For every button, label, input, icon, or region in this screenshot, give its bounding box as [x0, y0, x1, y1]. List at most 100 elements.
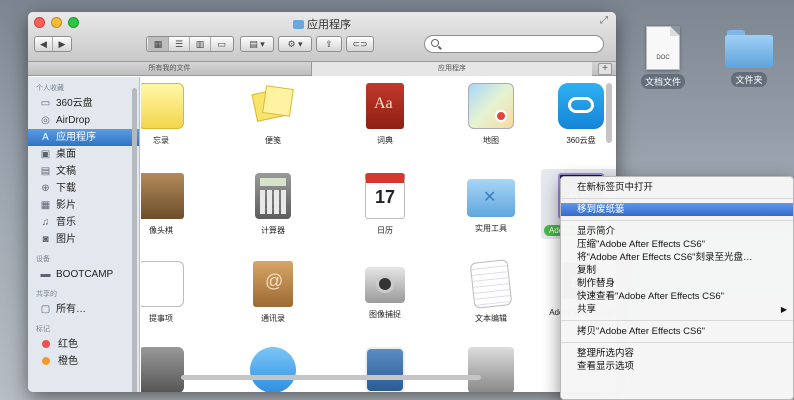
photo-icon — [365, 347, 405, 392]
sidebar-header-shared: 共享的 — [36, 291, 57, 298]
menu-share[interactable]: 共享 ▶ — [561, 303, 793, 316]
sidebar-item-all-shared[interactable]: ▢ 所有… — [28, 301, 139, 318]
content-horizontal-scrollbar[interactable] — [181, 375, 481, 380]
desktop-icon: ▣ — [40, 149, 51, 160]
tag-icon: ⊂⊃ — [352, 39, 368, 49]
dictionary-icon: Aa — [366, 83, 404, 129]
app-notes[interactable]: 忘录 — [141, 83, 201, 146]
menu-clean-up-selection[interactable]: 整理所选内容 — [561, 347, 793, 360]
sidebar-item-bootcamp[interactable]: ▬ BOOTCAMP — [28, 266, 139, 283]
menu-separator — [561, 220, 793, 221]
menu-make-alias[interactable]: 制作替身 — [561, 277, 793, 290]
app-icon — [141, 347, 184, 392]
menu-move-to-trash[interactable]: 移到废纸篓 — [561, 203, 793, 216]
tags-button[interactable]: ⊂⊃ — [346, 36, 374, 52]
back-forward-buttons[interactable]: ◀ ▶ — [34, 36, 72, 52]
arrange-icon: ▤ ▾ — [249, 39, 265, 49]
arrange-button[interactable]: ▤ ▾ — [240, 36, 274, 52]
title-bar: 应用程序 ⤢ ◀ ▶ ▦ ☰ ▥ ▭ ▤ ▾ ⚙ ▾ ⇪ ⊂⊃ — [28, 12, 616, 62]
menu-get-info[interactable]: 显示简介 — [561, 225, 793, 238]
app-contacts[interactable]: @ 通讯录 — [233, 261, 313, 324]
app-maps[interactable]: 地图 — [451, 83, 531, 146]
sidebar-item-movies[interactable]: ▦ 影片 — [28, 197, 139, 214]
textedit-icon — [469, 259, 513, 309]
calculator-icon — [255, 173, 291, 219]
icon-view-button[interactable]: ▦ — [148, 37, 169, 51]
app-image-capture[interactable]: 图像捕捉 — [345, 261, 425, 320]
app-calendar[interactable]: 17 日历 — [345, 173, 425, 236]
desktop-folder-label: 文件夹 — [731, 72, 767, 87]
list-view-button[interactable]: ☰ — [169, 37, 190, 51]
menu-copy[interactable]: 拷贝"Adobe After Effects CS6" — [561, 325, 793, 338]
share-icon: ⇪ — [325, 39, 333, 49]
gear-icon: ⚙ ▾ — [287, 39, 303, 49]
notes-icon — [141, 83, 184, 129]
column-view-button[interactable]: ▥ — [190, 37, 211, 51]
folder-icon — [725, 30, 773, 68]
file-grid: 忘录 便笺 Aa 词典 地图 360云盘 像头棋 计算器 17 日历 ✕ 实用工… — [141, 77, 616, 392]
share-button[interactable]: ⇪ — [316, 36, 342, 52]
new-tab-button[interactable]: + — [598, 63, 612, 75]
menu-show-view-options[interactable]: 查看显示选项 — [561, 360, 793, 373]
chess-icon — [141, 173, 184, 219]
coverflow-view-button[interactable]: ▭ — [211, 37, 232, 51]
menu-compress[interactable]: 压缩"Adobe After Effects CS6" — [561, 238, 793, 251]
app-photo-booth[interactable] — [451, 347, 531, 392]
movies-icon: ▦ — [40, 200, 51, 211]
app-calculator[interactable]: 计算器 — [233, 173, 313, 236]
app-dictionary[interactable]: Aa 词典 — [345, 83, 425, 146]
sidebar-item-music[interactable]: ♫ 音乐 — [28, 214, 139, 231]
menu-quick-look[interactable]: 快速查看"Adobe After Effects CS6" — [561, 290, 793, 303]
back-button[interactable]: ◀ — [35, 37, 53, 51]
tab-bar: 所有我的文件 应用程序 + — [28, 62, 616, 76]
folder-icon — [293, 20, 304, 29]
network-icon: ▢ — [40, 304, 51, 315]
sidebar-item-desktop[interactable]: ▣ 桌面 — [28, 146, 139, 163]
menu-burn-to-disc[interactable]: 将"Adobe After Effects CS6"刻录至光盘… — [561, 251, 793, 264]
forward-button[interactable]: ▶ — [53, 37, 71, 51]
sidebar-header-favorites: 个人收藏 — [36, 85, 64, 92]
app-chess[interactable]: 像头棋 — [141, 173, 201, 236]
view-mode-buttons[interactable]: ▦ ☰ ▥ ▭ — [146, 36, 234, 52]
menu-open-in-new-tab[interactable]: 在新标签页中打开 — [561, 181, 793, 194]
tab-applications[interactable]: 应用程序 — [312, 62, 592, 76]
map-icon — [468, 83, 514, 129]
tab-all-my-files[interactable]: 所有我的文件 — [28, 62, 312, 76]
search-input[interactable] — [443, 37, 593, 51]
documents-icon: ▤ — [40, 166, 51, 177]
downloads-icon: ⊕ — [41, 183, 50, 194]
desktop-folder-icon[interactable]: 文件夹 — [718, 26, 780, 87]
sidebar-item-tag-orange[interactable]: 橙色 — [28, 353, 139, 370]
photos-icon — [468, 347, 514, 392]
sidebar-item-applications[interactable]: A 应用程序 — [28, 129, 139, 146]
sidebar-item-pictures[interactable]: ◙ 图片 — [28, 231, 139, 248]
sidebar-item-downloads[interactable]: ⊕ 下载 — [28, 180, 139, 197]
sidebar-scrollbar[interactable] — [132, 88, 137, 392]
desktop-document-icon[interactable]: DOC 文档文件 — [632, 26, 694, 89]
menu-duplicate[interactable]: 复制 — [561, 264, 793, 277]
sidebar-header-tags: 标记 — [36, 326, 50, 333]
app-textedit[interactable]: 文本编辑 — [451, 259, 531, 324]
app-360-cloud[interactable]: 360云盘 — [541, 83, 616, 146]
app-reminders[interactable]: 提事项 — [141, 261, 201, 324]
context-menu: 在新标签页中打开 移到废纸篓 显示简介 压缩"Adobe After Effec… — [560, 176, 794, 400]
fullscreen-icon[interactable]: ⤢ — [600, 15, 608, 26]
search-field[interactable] — [424, 35, 604, 53]
app-stickies[interactable]: 便笺 — [233, 83, 313, 146]
sidebar-item-360[interactable]: ▭ 360云盘 — [28, 95, 139, 112]
app-utilities-folder[interactable]: ✕ 实用工具 — [451, 173, 531, 234]
sidebar-item-airdrop[interactable]: ◎ AirDrop — [28, 112, 139, 129]
app-partial-1[interactable] — [141, 347, 201, 392]
sidebar-item-documents[interactable]: ▤ 文稿 — [28, 163, 139, 180]
app-messages[interactable] — [233, 347, 313, 392]
content-vertical-scrollbar[interactable] — [606, 83, 612, 143]
pictures-icon: ◙ — [42, 234, 49, 245]
doc-file-icon: DOC — [646, 26, 680, 70]
sidebar-item-tag-red[interactable]: 红色 — [28, 336, 139, 353]
applications-icon: A — [42, 132, 49, 143]
search-icon — [431, 39, 439, 47]
sidebar-header-devices: 设备 — [36, 256, 50, 263]
action-button[interactable]: ⚙ ▾ — [278, 36, 312, 52]
camera-icon — [365, 267, 405, 303]
app-preview[interactable] — [345, 347, 425, 392]
